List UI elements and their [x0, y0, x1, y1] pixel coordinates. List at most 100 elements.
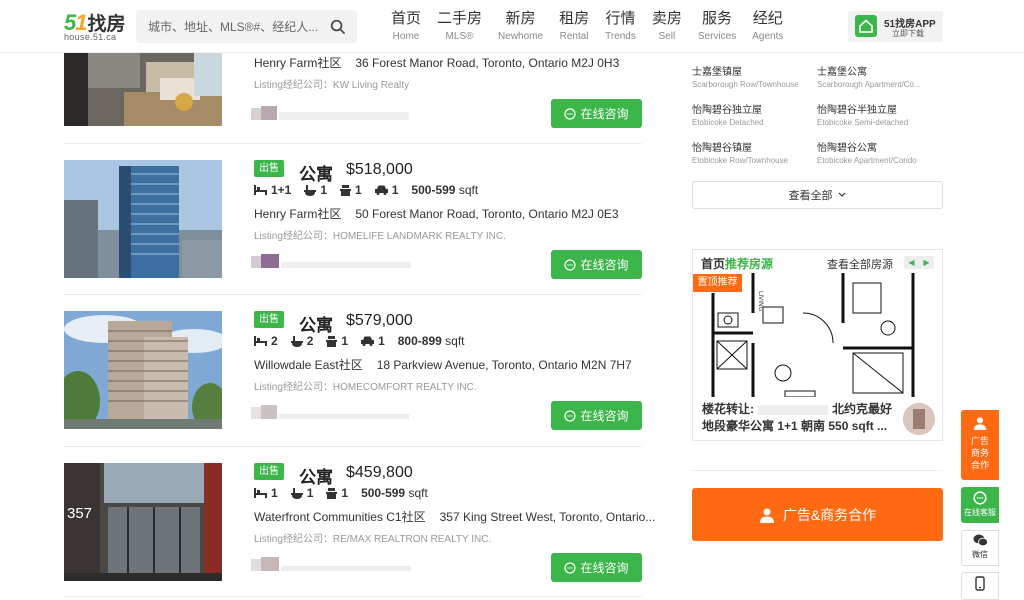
city-link-cn: 士嘉堡公寓	[817, 67, 867, 78]
listing-photo[interactable]	[64, 311, 222, 429]
chat-icon	[973, 491, 987, 505]
view-all-label: 查看全部	[788, 190, 833, 202]
city-link[interactable]: 怡陶碧谷镇屋 Etobicoke Row/Townhouse	[692, 142, 818, 166]
agent-avatar-blurred	[251, 405, 409, 419]
divider	[692, 470, 943, 471]
chat-icon	[564, 409, 577, 422]
listing-address[interactable]: Waterfront Communities C1社区 357 King Stre…	[254, 508, 655, 525]
wechat-icon	[973, 534, 988, 547]
float-ad-button[interactable]: 广告商务合作	[961, 410, 999, 480]
search-icon[interactable]	[330, 19, 345, 34]
arrow-right-icon[interactable]: ▶	[923, 258, 929, 267]
sqft-unit: sqft	[408, 486, 428, 500]
nav-mls[interactable]: 二手房 MLS®	[429, 9, 490, 49]
nav-agents[interactable]: 经纪 Agents	[744, 9, 791, 49]
nav-sublabel: MLS®	[445, 31, 474, 42]
bath-icon	[304, 184, 317, 196]
sale-tag: 出售	[254, 463, 284, 480]
nav-newhome[interactable]: 新房 Newhome	[490, 9, 551, 49]
divider	[64, 596, 642, 597]
pinned-badge: 置顶推荐	[693, 274, 742, 292]
view-all-button[interactable]: 查看全部	[692, 181, 943, 209]
listing-address[interactable]: Henry Farm社区 50 Forest Manor Road, Toront…	[254, 205, 619, 222]
consult-label: 在线咨询	[580, 258, 629, 272]
chevron-down-icon	[838, 192, 845, 197]
bath-icon	[290, 335, 303, 347]
consult-button[interactable]: 在线咨询	[551, 553, 642, 582]
parking: 1	[374, 183, 399, 197]
phone-icon	[975, 576, 985, 591]
kitchens-value: 1	[355, 183, 362, 197]
listing-price[interactable]: $518,000	[346, 161, 413, 179]
property-type: 公寓	[299, 165, 333, 184]
consult-button[interactable]: 在线咨询	[551, 401, 642, 430]
kitchens: 1	[340, 183, 362, 197]
nav-home[interactable]: 首页 Home	[383, 9, 429, 49]
chat-icon	[564, 258, 577, 271]
main-nav: 首页 Home 二手房 MLS® 新房 Newhome 租房 Rental 行情 Tren…	[383, 9, 791, 49]
nav-services[interactable]: 服务 Services	[690, 9, 744, 49]
listing-photo[interactable]: 357	[64, 463, 222, 581]
search-input[interactable]	[136, 10, 326, 43]
community: Waterfront Communities C1社区	[254, 510, 426, 524]
bed-icon	[254, 185, 267, 195]
area: 800-899 sqft	[398, 334, 465, 348]
nav-trends[interactable]: 行情 Trends	[597, 9, 644, 49]
city-link[interactable]: 士嘉堡镇屋 Scarborough Row/Townhouse	[692, 66, 818, 90]
beds-value: 1	[271, 486, 278, 500]
consult-button[interactable]: 在线咨询	[551, 99, 642, 128]
arrow-left-icon[interactable]: ◀	[908, 258, 914, 267]
property-type: 公寓	[299, 468, 333, 487]
rec-text-2: 地段豪华公寓 1+1 朝南 550 sqft ...	[702, 419, 888, 433]
sqft-value: 500-599	[361, 486, 406, 500]
city-link-en: Etobicoke Apartment/Condo	[817, 156, 917, 165]
agent-avatar[interactable]	[903, 403, 935, 435]
float-wechat-button[interactable]: 微信	[961, 530, 999, 566]
app-download-button[interactable]: 51找房APP 立即下载	[848, 11, 943, 42]
city-link[interactable]: 怡陶碧谷公寓 Etobicoke Apartment/Condo	[817, 142, 943, 166]
listing-address[interactable]: Willowdale East社区 18 Parkview Avenue, Tor…	[254, 356, 632, 373]
site-logo[interactable]: 51 找房 house.51.ca	[64, 9, 128, 43]
rec-view-all-link[interactable]: 查看全部房源	[827, 256, 893, 272]
listing-price[interactable]: $579,000	[346, 312, 413, 330]
consult-label: 在线咨询	[580, 107, 629, 121]
city-link-en: Scarborough Apartment/Co...	[817, 80, 921, 89]
city-link[interactable]: 怡陶碧谷半独立屋 Etobicoke Semi-detached	[817, 104, 943, 128]
bath-icon	[290, 487, 303, 499]
rec-carousel-arrows[interactable]: ◀ ▶	[904, 256, 934, 269]
listing-photo[interactable]	[64, 160, 222, 278]
divider	[64, 446, 642, 447]
parking-value: 1	[391, 183, 399, 197]
beds: 1	[254, 486, 278, 500]
ad-cooperation-button[interactable]: 广告&商务合作	[692, 488, 943, 541]
city-link-en: Etobicoke Semi-detached	[817, 118, 909, 127]
listing-price[interactable]: $459,800	[346, 464, 413, 482]
agent-avatar-blurred	[251, 557, 411, 571]
kitchens: 1	[326, 334, 348, 348]
agent-avatar-blurred	[251, 106, 409, 120]
consult-button[interactable]: 在线咨询	[551, 250, 642, 279]
nav-sell[interactable]: 卖房 Sell	[644, 9, 690, 49]
nav-rental[interactable]: 租房 Rental	[551, 9, 597, 49]
top-header: 51 找房 house.51.ca 首页 Home 二手房 MLS® 新房 Newho…	[0, 0, 1024, 53]
city-link-en: Etobicoke Row/Townhouse	[692, 156, 789, 165]
city-link[interactable]: 士嘉堡公寓 Scarborough Apartment/Co...	[817, 66, 943, 90]
baths: 1	[304, 183, 327, 197]
city-link-en: Etobicoke Detached	[692, 118, 764, 127]
nav-sublabel: Agents	[752, 31, 784, 42]
float-app-button[interactable]	[961, 572, 999, 600]
rec-listing-title[interactable]: 楼花转让: 北约克最好 地段豪华公寓 1+1 朝南 550 sqft ...	[702, 401, 907, 435]
area: 500-599 sqft	[411, 183, 478, 197]
kitchens: 1	[326, 486, 348, 500]
listing-address[interactable]: Henry Farm社区 36 Forest Manor Road, Toront…	[254, 54, 619, 71]
rec-title: 首页推荐房源	[701, 255, 773, 272]
kitchen-icon	[326, 335, 338, 347]
kitchens-value: 1	[341, 486, 349, 500]
nav-sublabel: Trends	[605, 31, 636, 42]
city-link[interactable]: 怡陶碧谷独立屋 Etobicoke Detached	[692, 104, 818, 128]
city-link-cn: 怡陶碧谷镇屋	[692, 143, 752, 154]
consult-label: 在线咨询	[580, 561, 629, 575]
app-subtitle: 立即下载	[892, 29, 924, 38]
rec-title-a: 首页	[701, 257, 726, 271]
float-service-button[interactable]: 在线客服	[961, 487, 999, 523]
